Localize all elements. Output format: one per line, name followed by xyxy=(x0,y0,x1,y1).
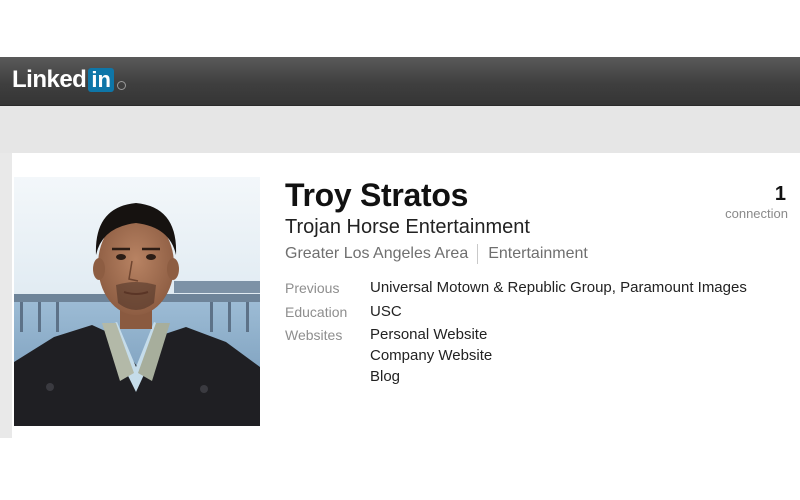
header-band xyxy=(0,106,800,153)
divider xyxy=(477,244,479,264)
website-link-blog[interactable]: Blog xyxy=(370,368,400,385)
profile-photo xyxy=(14,177,260,426)
previous-value[interactable]: Universal Motown & Republic Group, Param… xyxy=(370,279,747,296)
website-link-personal[interactable]: Personal Website xyxy=(370,326,487,343)
websites-label: Websites xyxy=(285,327,343,343)
registered-mark-icon xyxy=(116,80,126,90)
profile-card: Troy Stratos Trojan Horse Entertainment … xyxy=(12,153,800,438)
profile-headline: Trojan Horse Entertainment xyxy=(285,216,530,238)
website-link-company[interactable]: Company Website xyxy=(370,347,492,364)
location-link[interactable]: Greater Los Angeles Area xyxy=(285,245,468,263)
education-label: Education xyxy=(285,304,348,320)
previous-label: Previous xyxy=(285,280,340,296)
linkedin-logo[interactable]: Linked in xyxy=(12,66,126,93)
profile-name: Troy Stratos xyxy=(285,177,469,213)
logo-in-badge: in xyxy=(88,68,114,92)
industry-link[interactable]: Entertainment xyxy=(488,245,588,263)
location-industry-line: Greater Los Angeles Area Entertainment xyxy=(285,244,588,264)
top-nav-bar: Linked in xyxy=(0,57,800,106)
connection-count[interactable]: 1 xyxy=(775,183,786,206)
education-value[interactable]: USC xyxy=(370,303,402,320)
connection-label: connection xyxy=(725,206,788,221)
logo-wordmark: Linked xyxy=(12,66,87,93)
